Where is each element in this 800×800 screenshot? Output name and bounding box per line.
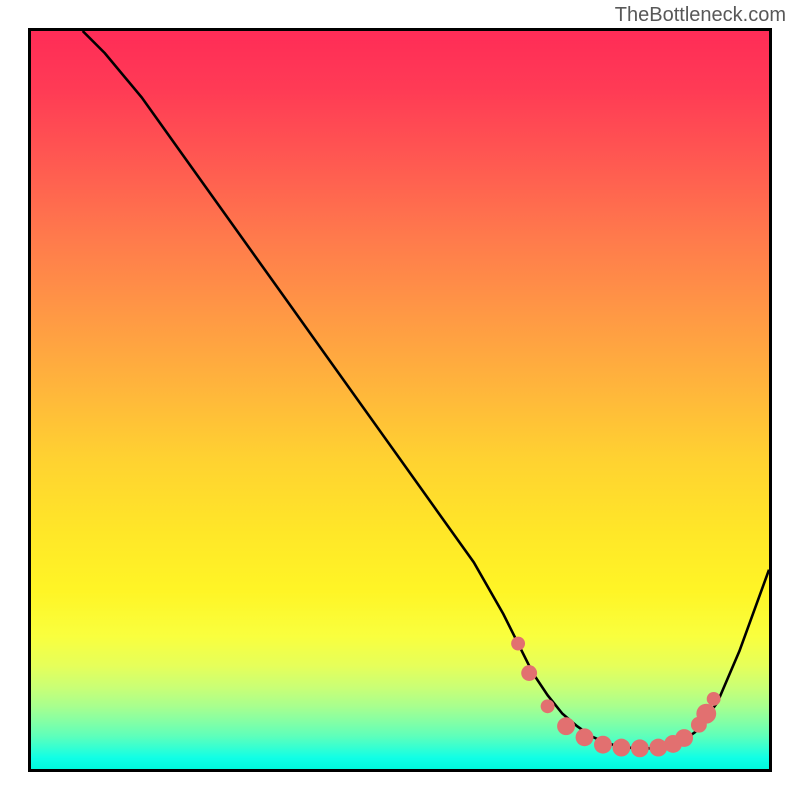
highlight-dot: [541, 699, 555, 713]
highlight-dot: [612, 739, 630, 757]
highlight-dot: [675, 729, 693, 747]
bottleneck-curve-line: [83, 31, 769, 748]
highlight-dots-group: [511, 637, 720, 758]
chart-svg: [31, 31, 769, 769]
highlight-dot: [696, 704, 716, 724]
highlight-dot: [521, 665, 537, 681]
highlight-dot: [576, 728, 594, 746]
highlight-dot: [707, 692, 721, 706]
highlight-dot: [557, 717, 575, 735]
highlight-dot: [631, 739, 649, 757]
curve-group: [83, 31, 769, 748]
highlight-dot: [594, 736, 612, 754]
chart-plot-area: [28, 28, 772, 772]
watermark-text: TheBottleneck.com: [615, 4, 786, 27]
highlight-dot: [511, 637, 525, 651]
